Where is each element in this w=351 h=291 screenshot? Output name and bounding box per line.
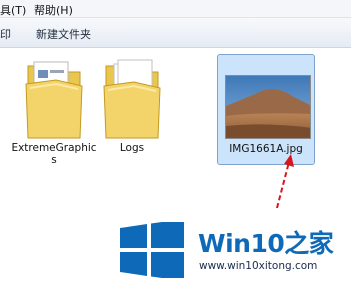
toolbar: 印 新建文件夹 bbox=[0, 18, 351, 48]
watermark-site-url: www.win10xitong.com bbox=[199, 260, 318, 272]
menu-item-help[interactable]: 帮助(H) bbox=[34, 2, 73, 18]
watermark-brand-latin: Win10 bbox=[198, 229, 285, 258]
toolbar-print-button[interactable]: 印 bbox=[0, 26, 11, 42]
file-item-logs[interactable]: Logs bbox=[103, 52, 161, 154]
folder-icon bbox=[103, 59, 161, 139]
folder-icon bbox=[25, 61, 83, 139]
new-folder-button[interactable]: 新建文件夹 bbox=[36, 26, 91, 42]
menu-bar: 具(T) 帮助(H) bbox=[0, 0, 351, 18]
file-name: Logs bbox=[119, 142, 145, 154]
annotation-arrow-icon bbox=[276, 154, 294, 209]
file-name-wrap: s bbox=[51, 154, 57, 166]
menu-item-tools[interactable]: 具(T) bbox=[0, 2, 26, 18]
image-thumbnail bbox=[225, 75, 311, 139]
watermark-brand: Win10之家 bbox=[198, 224, 334, 260]
file-item-img1661a-label-wrap: IMG1661A.jpg bbox=[217, 143, 315, 155]
file-name: IMG1661A.jpg bbox=[229, 143, 303, 155]
watermark-brand-zh: 之家 bbox=[284, 229, 334, 258]
file-item-extremegraphics[interactable]: ExtremeGraphic s bbox=[6, 52, 102, 166]
file-name: ExtremeGraphic bbox=[11, 142, 97, 154]
windows-logo-icon bbox=[120, 222, 184, 278]
